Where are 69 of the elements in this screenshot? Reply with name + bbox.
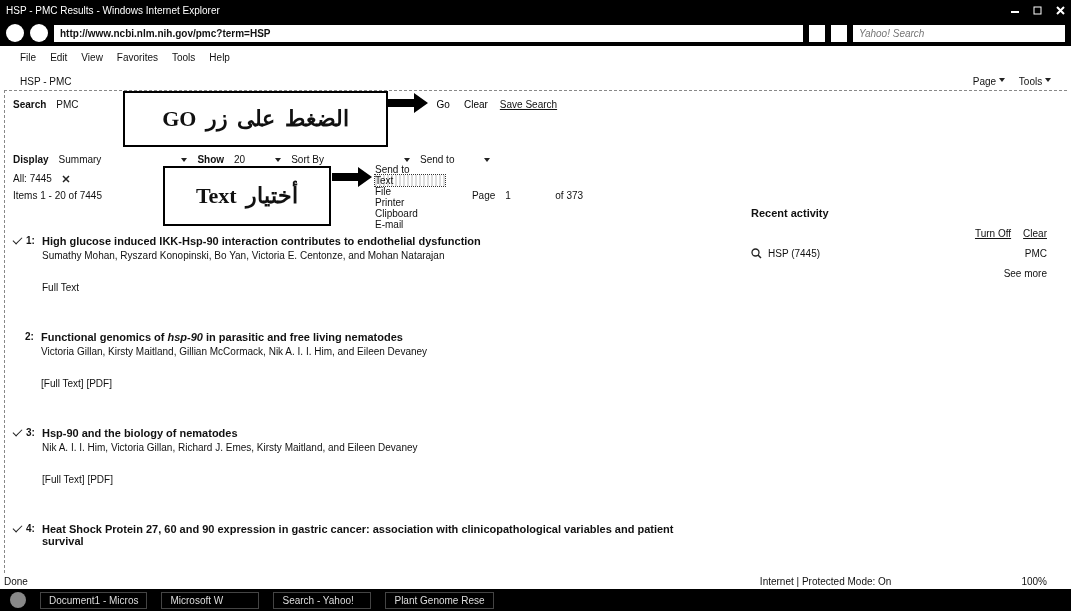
search-button[interactable]: Clear xyxy=(461,99,490,110)
result-title-link[interactable]: Heat Shock Protein 27, 60 and 90 expression in gastric cancer: association with clinicopathological variables and patient survival xyxy=(42,523,682,547)
result-title-link[interactable]: Hsp-90 and the biology of nematodes xyxy=(42,427,682,439)
browser-tab[interactable]: HSP - PMC xyxy=(20,75,72,87)
items-count: Items 1 - 20 of 7445 xyxy=(13,190,102,201)
status-text: Done xyxy=(4,575,28,587)
page-label: Page xyxy=(471,190,496,201)
recent-action-link[interactable]: Turn Off xyxy=(974,228,1012,239)
search-label: Search xyxy=(13,99,47,110)
database-select[interactable]: PMC xyxy=(56,99,79,110)
search-icon xyxy=(751,248,762,259)
arrow-icon xyxy=(388,93,428,113)
result-number: 1: xyxy=(26,235,36,248)
menu-item[interactable]: View xyxy=(81,52,103,66)
send-to-option[interactable]: Text xyxy=(375,175,445,186)
menu-item[interactable]: Favorites xyxy=(116,52,158,66)
search-button[interactable]: Go xyxy=(434,99,452,110)
search-field[interactable]: Yahoo! Search xyxy=(853,24,1065,42)
instruction-callout: الضغط على زر GO xyxy=(123,91,388,147)
back-button[interactable] xyxy=(6,24,24,42)
taskbar-item[interactable]: Document1 - Micros xyxy=(40,591,148,609)
taskbar-item[interactable]: Plant Genome Rese xyxy=(385,591,494,609)
result-number: 3: xyxy=(26,427,36,440)
command-menu[interactable]: Tools xyxy=(1018,75,1051,87)
result-title-link[interactable]: Functional genomics of hsp-90 in parasitic and free living nematodes xyxy=(41,331,681,343)
show-label: Show xyxy=(197,154,225,165)
recent-database: PMC xyxy=(1024,248,1047,259)
display-label: Display xyxy=(13,154,49,165)
result-links[interactable]: [Full Text] [PDF] xyxy=(41,378,681,389)
result-title-link[interactable]: High glucose induced IKK-Hsp-90 interaction contributes to endothelial dysfunction xyxy=(42,235,481,247)
see-more-link[interactable]: See more xyxy=(1003,268,1047,279)
forward-button[interactable] xyxy=(30,24,48,42)
page-total: of 373 xyxy=(555,190,584,201)
maximize-icon[interactable] xyxy=(1033,5,1042,15)
filter-tab[interactable]: All: 7445 xyxy=(13,173,52,184)
start-button[interactable] xyxy=(10,592,26,608)
send-to-select[interactable]: Send to xyxy=(419,154,491,165)
send-to-option[interactable]: Printer xyxy=(375,197,445,208)
page-field[interactable]: 1 xyxy=(505,190,546,201)
taskbar-item[interactable]: Microsoft W xyxy=(161,591,260,609)
menu-item[interactable]: Edit xyxy=(50,52,68,66)
command-menu[interactable]: Page xyxy=(972,75,1005,87)
result-links[interactable]: Full Text xyxy=(42,282,682,293)
send-to-option[interactable]: Clipboard xyxy=(375,208,445,219)
security-zone: Internet | Protected Mode: On xyxy=(759,575,892,587)
clear-filter-icon[interactable] xyxy=(61,174,70,183)
send-to-option[interactable]: E-mail xyxy=(375,219,445,230)
send-to-option[interactable]: File xyxy=(375,186,445,197)
result-number: 2: xyxy=(25,331,35,344)
menu-item[interactable]: File xyxy=(20,52,37,66)
result-authors: Victoria Gillan, Kirsty Maitland, Gillian McCormack, Nik A. I. I. Him, and Eileen Devaney xyxy=(41,346,429,357)
recent-search-link[interactable]: HSP (7445) xyxy=(768,248,821,259)
menu-item[interactable]: Help xyxy=(209,52,230,66)
result-authors: Nik A. I. I. Him, Victoria Gillan, Richard J. Emes, Kirsty Maitland, and Eileen Devaney xyxy=(42,442,419,453)
save-search-link[interactable]: Save Search xyxy=(499,99,558,110)
recent-activity-title: Recent activity xyxy=(751,207,830,219)
menu-item[interactable]: Tools xyxy=(172,52,196,66)
result-authors: Sumathy Mohan, Ryszard Konopinski, Bo Yan, Victoria E. Centonze, and Mohan Natarajan xyxy=(42,250,446,261)
instruction-callout: أختيار Text xyxy=(163,166,331,226)
result-number: 4: xyxy=(26,523,36,536)
taskbar-item[interactable]: Search - Yahoo! xyxy=(273,591,372,609)
result-links[interactable]: [Full Text] [PDF] xyxy=(42,474,682,485)
close-icon[interactable] xyxy=(1056,5,1065,15)
window-title: HSP - PMC Results - Windows Internet Explorer xyxy=(6,4,220,16)
send-to-option[interactable]: Send to xyxy=(375,164,445,175)
zoom-level[interactable]: 100% xyxy=(1021,575,1047,587)
recent-action-link[interactable]: Clear xyxy=(1023,228,1047,239)
arrow-icon xyxy=(332,167,372,187)
address-field[interactable]: http://www.ncbi.nlm.nih.gov/pmc?term=HSP xyxy=(54,24,803,42)
